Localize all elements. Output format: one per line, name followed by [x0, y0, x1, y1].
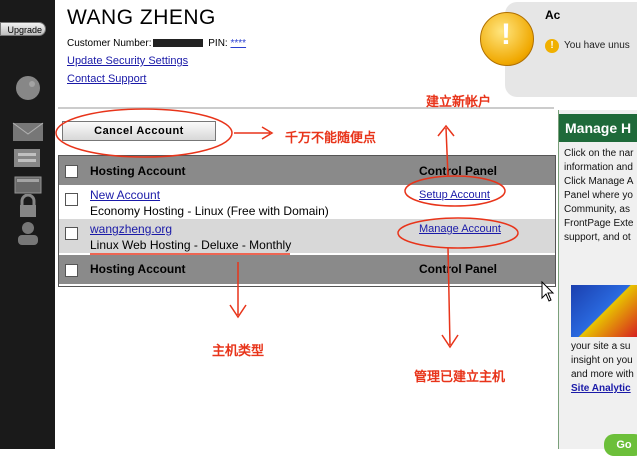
account-type: Linux Web Hosting - Deluxe - Monthly [90, 238, 292, 252]
header-hosting-account: Hosting Account [90, 164, 186, 178]
panel-text-line: support, and ot [564, 232, 631, 243]
table-footer: Hosting Account Control Panel [59, 255, 555, 284]
lock-icon[interactable] [10, 194, 46, 220]
select-all-checkbox[interactable] [65, 165, 78, 178]
manage-hosting-panel [558, 110, 637, 449]
cancel-account-button[interactable]: Cancel Account [62, 121, 216, 141]
alert-small-icon: ! [545, 39, 559, 53]
user-name: WANG ZHENG [67, 6, 216, 29]
select-all-checkbox-footer[interactable] [65, 264, 78, 277]
customer-number-label: Customer Number: [67, 38, 152, 49]
files-icon[interactable] [10, 145, 46, 171]
panel-text-line: information and [564, 162, 633, 173]
account-name-link[interactable]: wangzheng.org [90, 222, 172, 236]
mail-icon[interactable] [10, 118, 46, 144]
site-analytics-link[interactable]: Site Analytic [571, 383, 631, 394]
panel-text-line: Click on the nar [564, 148, 634, 159]
pin-value-link[interactable]: **** [230, 38, 246, 49]
annotation-do-not-click: 千万不能随便点 [285, 130, 377, 145]
header-control-panel: Control Panel [419, 164, 498, 178]
upgrade-button[interactable]: Upgrade [0, 22, 46, 36]
contact-support-link[interactable]: Contact Support [67, 73, 147, 85]
update-security-link[interactable]: Update Security Settings [67, 55, 188, 67]
setup-account-link[interactable]: Setup Account [419, 189, 490, 201]
row-checkbox[interactable] [65, 193, 78, 206]
manage-account-link[interactable]: Manage Account [419, 223, 501, 235]
panel-text-line: Click Manage A [564, 176, 634, 187]
table-row: New Account Economy Hosting - Linux (Fre… [59, 185, 555, 219]
customer-info: Customer Number: PIN: **** [67, 38, 246, 49]
table-row: wangzheng.org Linux Web Hosting - Deluxe… [59, 219, 555, 253]
table-header: Hosting Account Control Panel [59, 156, 555, 185]
panel-text-line: Community, as [564, 204, 630, 215]
annotation-host-type: 主机类型 [212, 343, 265, 358]
panel-lower-line: your site a su [571, 341, 631, 352]
panel-lower-line: insight on you [571, 355, 633, 366]
account-name-link[interactable]: New Account [90, 188, 160, 202]
panel-title: Manage H [559, 114, 637, 142]
pin-label: PIN: [208, 38, 228, 49]
hosting-accounts-table: Hosting Account Control Panel New Accoun… [58, 155, 556, 287]
moon-icon[interactable] [10, 75, 46, 101]
redacted-customer-number [153, 39, 204, 48]
user-icon[interactable] [10, 220, 46, 246]
footer-control-panel: Control Panel [419, 262, 498, 276]
footer-hosting-account: Hosting Account [90, 262, 186, 276]
exclamation-icon: ! [501, 18, 511, 51]
alert-message: You have unus [564, 40, 630, 51]
arrow-to-warning [234, 126, 274, 140]
alert-title: Ac [545, 8, 561, 22]
annotation-manage-host: 管理已建立主机 [414, 369, 506, 384]
annotation-create-account: 建立新帐户 [426, 94, 492, 109]
account-type: Economy Hosting - Linux (Free with Domai… [90, 204, 329, 218]
analytics-promo-image[interactable] [571, 285, 637, 337]
panel-text-line: Panel where yo [564, 190, 633, 201]
row-checkbox[interactable] [65, 227, 78, 240]
go-button[interactable]: Go [604, 434, 637, 456]
panel-lower-line: and more with [571, 369, 634, 380]
panel-text-line: FrontPage Exte [564, 218, 634, 229]
